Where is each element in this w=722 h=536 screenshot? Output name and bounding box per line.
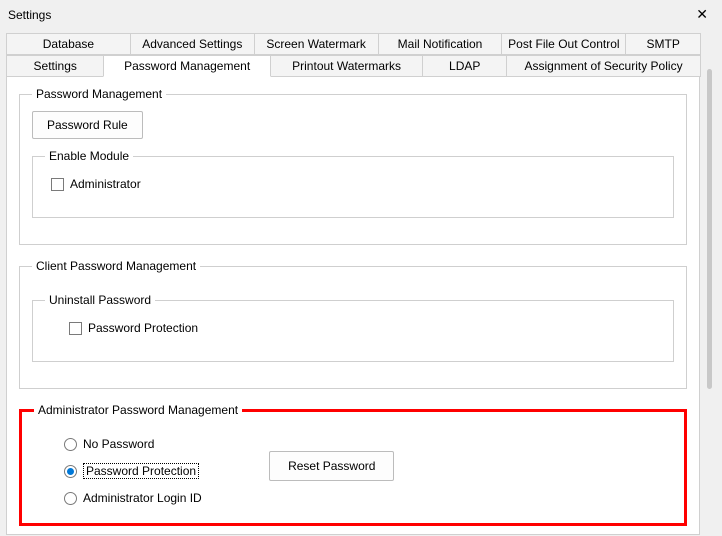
- tabstrip: Database Advanced Settings Screen Waterm…: [6, 33, 700, 77]
- password-protection-radio-label: Password Protection: [83, 463, 199, 479]
- uninstall-password-group: Uninstall Password Password Protection: [32, 293, 674, 362]
- titlebar: Settings ✕: [0, 0, 722, 27]
- tab-smtp[interactable]: SMTP: [625, 33, 701, 55]
- tab-advanced-settings[interactable]: Advanced Settings: [130, 33, 255, 55]
- reset-password-button[interactable]: Reset Password: [269, 451, 394, 481]
- radio-icon: [64, 438, 77, 451]
- administrator-checkbox-row[interactable]: Administrator: [51, 177, 661, 191]
- tab-post-file-out-control[interactable]: Post File Out Control: [501, 33, 626, 55]
- radio-icon: [64, 465, 77, 478]
- password-protection-radio-row[interactable]: Password Protection: [64, 463, 199, 479]
- password-protection-checkbox-row[interactable]: Password Protection: [69, 321, 661, 335]
- tab-ldap[interactable]: LDAP: [422, 55, 507, 77]
- client-password-management-group: Client Password Management Uninstall Pas…: [19, 259, 687, 389]
- no-password-label: No Password: [83, 437, 154, 451]
- scrollbar[interactable]: [704, 33, 716, 535]
- tab-database[interactable]: Database: [6, 33, 131, 55]
- tab-printout-watermarks[interactable]: Printout Watermarks: [270, 55, 424, 77]
- tab-mail-notification[interactable]: Mail Notification: [378, 33, 503, 55]
- password-rule-button[interactable]: Password Rule: [32, 111, 143, 139]
- scrollbar-thumb[interactable]: [707, 69, 712, 389]
- tab-settings[interactable]: Settings: [6, 55, 104, 77]
- enable-module-legend: Enable Module: [45, 149, 133, 163]
- tab-panel: Password Management Password Rule Enable…: [6, 77, 700, 535]
- checkbox-icon: [51, 178, 64, 191]
- radio-icon: [64, 492, 77, 505]
- uninstall-password-legend: Uninstall Password: [45, 293, 155, 307]
- password-management-legend: Password Management: [32, 87, 166, 101]
- admin-pm-legend: Administrator Password Management: [34, 403, 242, 417]
- enable-module-group: Enable Module Administrator: [32, 149, 674, 218]
- window-title: Settings: [8, 8, 51, 22]
- admin-password-management-group: Administrator Password Management No Pas…: [19, 403, 687, 526]
- close-icon[interactable]: ✕: [690, 4, 714, 25]
- password-protection-checkbox-label: Password Protection: [88, 321, 198, 335]
- tab-screen-watermark[interactable]: Screen Watermark: [254, 33, 379, 55]
- tab-password-management[interactable]: Password Management: [103, 55, 270, 77]
- tab-assignment-security-policy[interactable]: Assignment of Security Policy: [506, 55, 701, 77]
- client-pm-legend: Client Password Management: [32, 259, 200, 273]
- administrator-checkbox-label: Administrator: [70, 177, 141, 191]
- password-management-group: Password Management Password Rule Enable…: [19, 87, 687, 245]
- admin-login-id-label: Administrator Login ID: [83, 491, 202, 505]
- no-password-radio-row[interactable]: No Password: [64, 437, 672, 451]
- admin-login-id-radio-row[interactable]: Administrator Login ID: [64, 491, 672, 505]
- checkbox-icon: [69, 322, 82, 335]
